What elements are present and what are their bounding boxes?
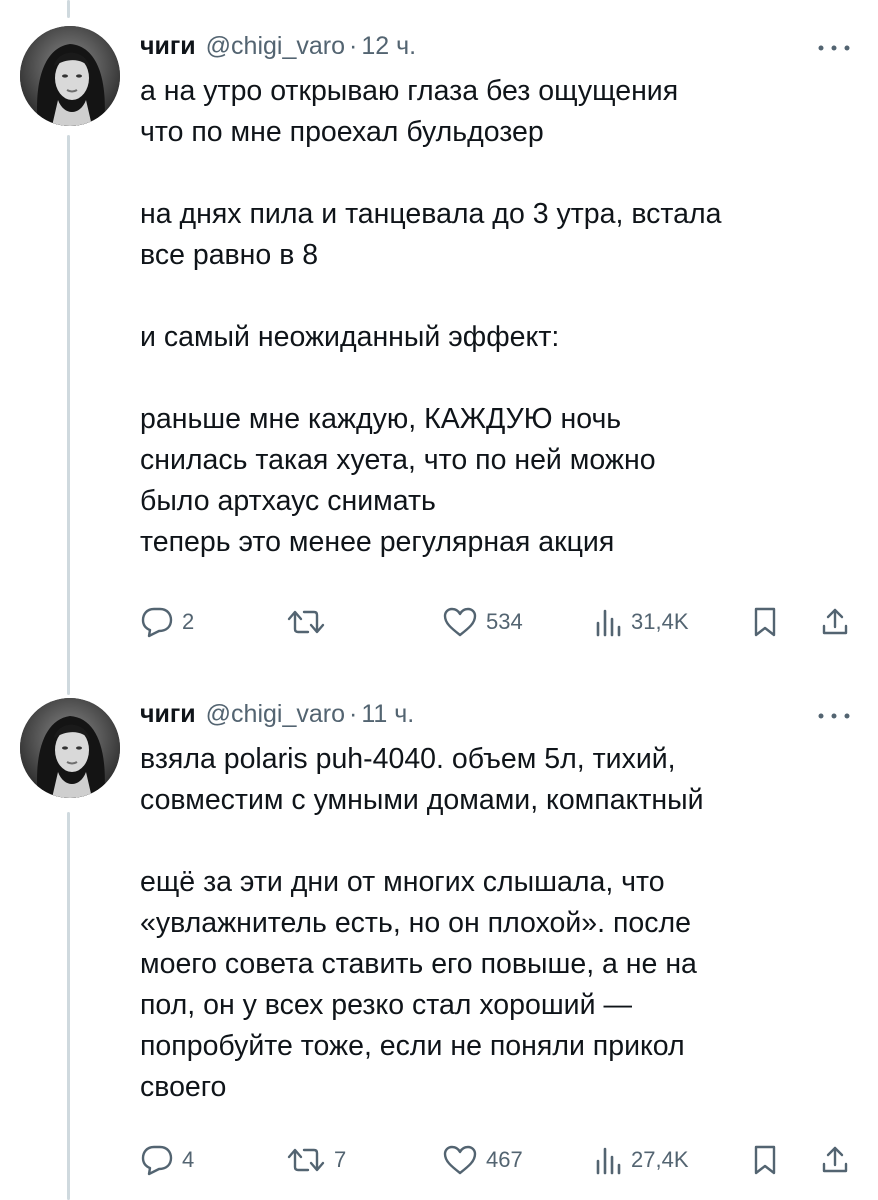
bar-chart-icon	[596, 609, 621, 637]
author-handle[interactable]: @chigi_varo	[206, 700, 345, 729]
like-count: 534	[486, 609, 523, 634]
views-button[interactable]: 27,4K	[593, 1140, 689, 1180]
tweet-actions: 4 7 467 27,4K	[140, 1140, 860, 1180]
repost-button[interactable]: 7	[286, 1140, 346, 1180]
avatar[interactable]	[20, 26, 120, 126]
repost-count: 7	[334, 1147, 347, 1172]
bar-chart-icon	[596, 1147, 621, 1175]
header-separator: ·	[349, 32, 358, 60]
share-button[interactable]	[820, 1140, 850, 1180]
speech-bubble-icon	[141, 1145, 173, 1176]
share-upload-icon	[822, 608, 848, 635]
avatar[interactable]	[20, 698, 120, 798]
tweet-header: чиги @chigi_varo · 12 ч.	[140, 32, 416, 62]
tweet-timestamp[interactable]: 12 ч.	[361, 32, 416, 61]
author-name[interactable]: чиги	[140, 700, 196, 729]
bookmark-icon	[754, 1145, 776, 1175]
tweet-paragraph: и самый неожиданный эффект:	[140, 321, 560, 353]
tweet-timestamp[interactable]: 11 ч.	[361, 700, 414, 729]
like-button[interactable]: 467	[442, 1140, 523, 1180]
repost-button[interactable]	[286, 602, 334, 642]
bookmark-button[interactable]	[750, 602, 780, 642]
header-separator: ·	[349, 700, 358, 728]
share-upload-icon	[822, 1146, 848, 1173]
share-button[interactable]	[820, 602, 850, 642]
more-dots-icon	[818, 45, 850, 51]
heart-outline-icon	[443, 1145, 477, 1175]
tweet-paragraph: раньше мне каждую, КАЖДУЮ ночь снилась т…	[140, 403, 656, 558]
like-count: 467	[486, 1147, 523, 1172]
speech-bubble-icon	[141, 607, 173, 638]
tweet-paragraph: на днях пила и танцевала до 3 утра, вста…	[140, 198, 722, 271]
more-dots-icon	[818, 713, 850, 719]
author-handle[interactable]: @chigi_varo	[206, 32, 345, 61]
tweet-paragraph: ещё за эти дни от многих слышала, что «у…	[140, 866, 697, 1103]
tweet-paragraph: а на утро открываю глаза без ощущения чт…	[140, 75, 679, 148]
more-options-button[interactable]	[814, 36, 854, 60]
reply-count: 4	[182, 1147, 195, 1172]
reply-button[interactable]: 4	[140, 1140, 194, 1180]
tweet: чиги @chigi_varo · 11 ч. взяла polaris p…	[0, 690, 878, 1200]
views-count: 31,4K	[631, 609, 689, 634]
tweet-paragraph: взяла polaris puh-4040. объем 5л, тихий,…	[140, 743, 704, 816]
author-name[interactable]: чиги	[140, 32, 196, 61]
like-button[interactable]: 534	[442, 602, 523, 642]
reply-button[interactable]: 2	[140, 602, 194, 642]
tweet-text: взяла polaris puh-4040. объем 5л, тихий,…	[140, 739, 850, 1108]
repost-arrows-icon	[287, 1148, 325, 1172]
heart-outline-icon	[443, 607, 477, 637]
avatar-photo	[20, 698, 120, 798]
views-button[interactable]: 31,4K	[593, 602, 689, 642]
repost-arrows-icon	[287, 610, 325, 634]
tweet: чиги @chigi_varo · 12 ч. а на утро откры…	[0, 0, 878, 690]
avatar-photo	[20, 26, 120, 126]
bookmark-icon	[754, 607, 776, 637]
more-options-button[interactable]	[814, 704, 854, 728]
reply-count: 2	[182, 609, 195, 634]
views-count: 27,4K	[631, 1147, 689, 1172]
bookmark-button[interactable]	[750, 1140, 780, 1180]
tweet-header: чиги @chigi_varo · 11 ч.	[140, 700, 414, 730]
tweet-text: а на утро открываю глаза без ощущения чт…	[140, 71, 850, 563]
tweet-actions: 2 534 31,4K	[140, 602, 860, 642]
